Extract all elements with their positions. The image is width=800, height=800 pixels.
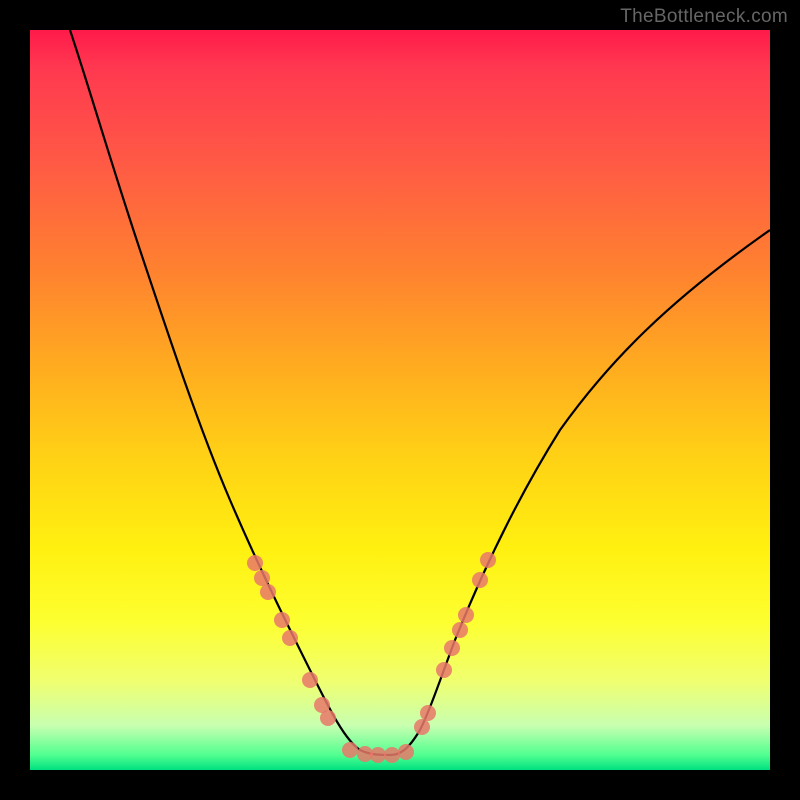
chart-svg — [30, 30, 770, 770]
plot-area — [30, 30, 770, 770]
bottleneck-curve-path — [70, 30, 770, 755]
highlight-dots-group — [247, 552, 496, 763]
watermark-text: TheBottleneck.com — [620, 6, 788, 28]
